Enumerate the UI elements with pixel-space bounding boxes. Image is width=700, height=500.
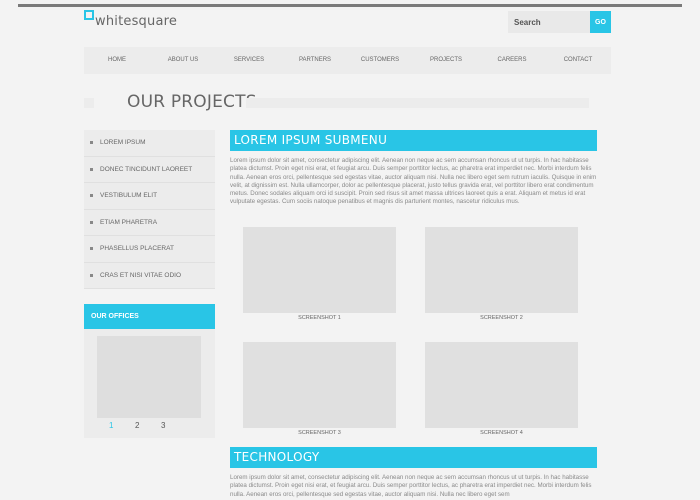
nav-item-projects[interactable]: PROJECTS (430, 47, 462, 74)
sidebar-item-label: LOREM IPSUM (100, 139, 146, 147)
search-input[interactable] (508, 11, 590, 33)
screenshot-thumb-1[interactable] (243, 227, 396, 313)
logo-square-icon (84, 10, 94, 20)
bullet-icon (90, 220, 93, 224)
sidebar-menu: LOREM IPSUM DONEC TINCIDUNT LAOREET VEST… (84, 130, 215, 289)
bullet-icon (90, 194, 93, 198)
screenshot-thumb-3[interactable] (243, 342, 396, 428)
sidebar-item-label: DONEC TINCIDUNT LAOREET (100, 165, 193, 173)
search-go-button[interactable]: GO (590, 11, 611, 33)
nav-item-partners[interactable]: PARTNERS (299, 47, 331, 74)
offices-widget: OUR OFFICES 1 2 3 (84, 304, 215, 438)
office-image (97, 336, 201, 418)
sidebar-item-donec-tincidunt[interactable]: DONEC TINCIDUNT LAOREET (84, 157, 215, 183)
bullet-icon (90, 273, 93, 277)
nav-item-home[interactable]: HOME (108, 47, 126, 74)
bullet-icon (90, 141, 93, 145)
offices-title: OUR OFFICES (84, 304, 215, 329)
title-decor-left (84, 98, 94, 108)
screenshot-caption-1: SCREENSHOT 1 (298, 315, 341, 321)
sidebar-item-vestibulum-elit[interactable]: VESTIBULUM ELIT (84, 183, 215, 210)
sidebar-item-cras-et-nisi[interactable]: CRAS ET NISI VITAE ODIO (84, 263, 215, 289)
screenshot-thumb-2[interactable] (425, 227, 578, 313)
page-title: OUR PROJECTS (127, 92, 257, 112)
screenshot-caption-2: SCREENSHOT 2 (480, 315, 523, 321)
nav-item-about-us[interactable]: ABOUT US (168, 47, 199, 74)
nav-item-services[interactable]: SERVICES (234, 47, 264, 74)
nav-item-careers[interactable]: CAREERS (497, 47, 526, 74)
intro-paragraph: Lorem ipsum dolor sit amet, consectetur … (230, 157, 597, 206)
sidebar-item-label: CRAS ET NISI VITAE ODIO (100, 271, 182, 279)
page-title-block: OUR PROJECTS (84, 92, 589, 112)
screenshot-thumb-4[interactable] (425, 342, 578, 428)
logo-text: whitesquare (95, 14, 178, 29)
bullet-icon (90, 247, 93, 251)
technology-paragraph: Lorem ipsum dolor sit amet, consectetur … (230, 474, 592, 498)
nav-item-contact[interactable]: CONTACT (564, 47, 593, 74)
logo[interactable]: whitesquare (84, 10, 177, 29)
title-decor-right (246, 98, 589, 108)
pager-page-1[interactable]: 1 (109, 421, 113, 430)
technology-heading: TECHNOLOGY (230, 447, 597, 468)
screenshot-caption-3: SCREENSHOT 3 (298, 430, 341, 436)
top-border-line (18, 4, 682, 7)
sidebar-item-lorem-ipsum[interactable]: LOREM IPSUM (84, 130, 215, 157)
sidebar-item-label: VESTIBULUM ELIT (100, 192, 158, 200)
main-nav: HOME ABOUT US SERVICES PARTNERS CUSTOMER… (84, 47, 611, 74)
offices-pager: 1 2 3 (84, 421, 215, 433)
submenu-heading: LOREM IPSUM SUBMENU (230, 130, 597, 151)
sidebar-item-phasellus-placerat[interactable]: PHASELLUS PLACERAT (84, 236, 215, 263)
sidebar-item-label: PHASELLUS PLACERAT (100, 245, 174, 253)
nav-item-customers[interactable]: CUSTOMERS (361, 47, 399, 74)
screenshot-caption-4: SCREENSHOT 4 (480, 430, 523, 436)
bullet-icon (90, 167, 93, 171)
sidebar-item-etiam-pharetra[interactable]: ETIAM PHARETRA (84, 210, 215, 236)
pager-page-3[interactable]: 3 (161, 421, 165, 430)
pager-page-2[interactable]: 2 (135, 421, 139, 430)
sidebar-item-label: ETIAM PHARETRA (100, 218, 158, 226)
